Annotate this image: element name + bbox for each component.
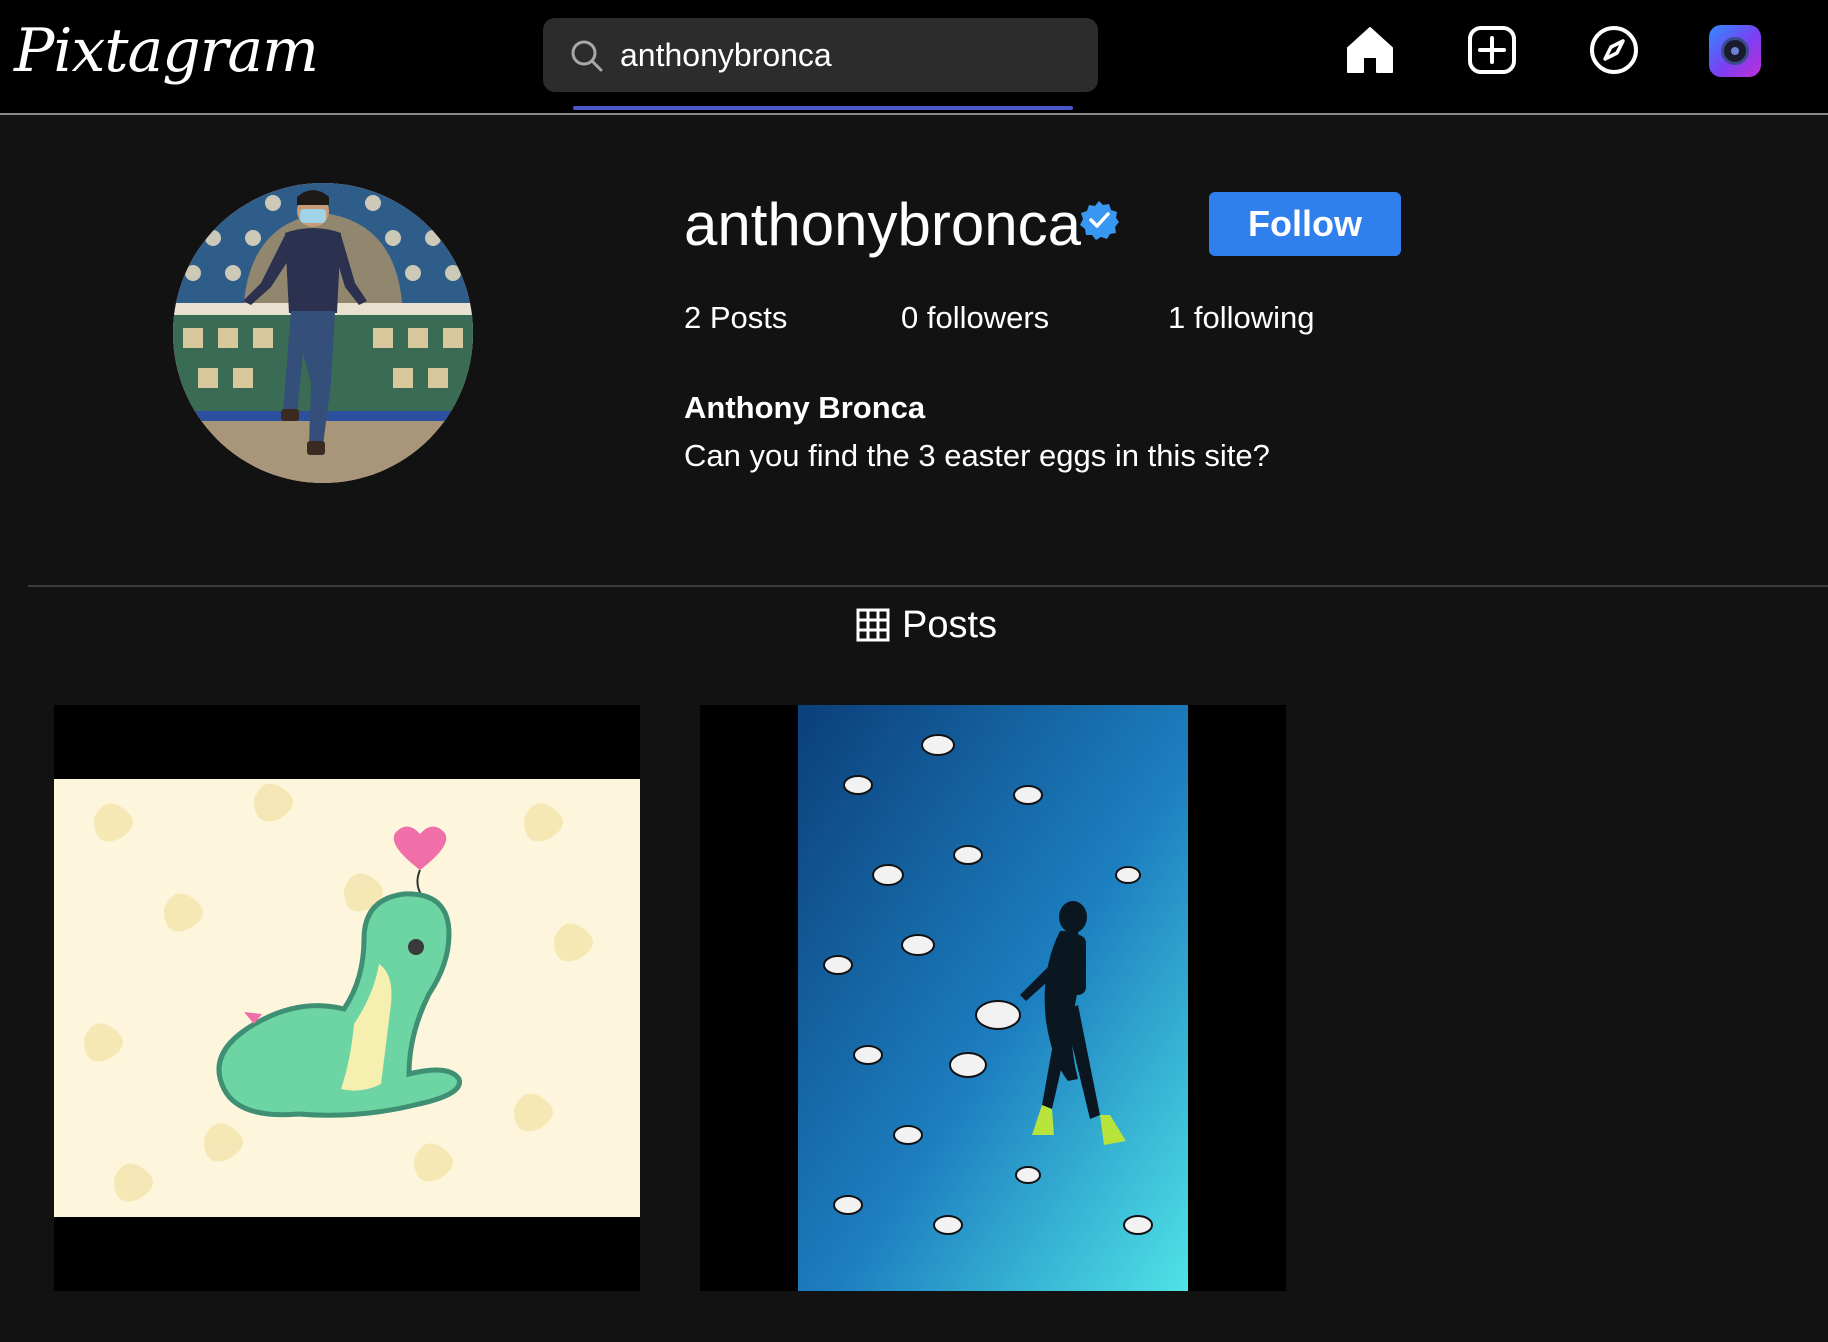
profile-photo-illustration: [173, 183, 473, 483]
verified-badge-icon: [1080, 201, 1119, 240]
post-thumbnail[interactable]: [700, 705, 1286, 1291]
post-thumbnail[interactable]: [54, 705, 640, 1291]
explore-icon[interactable]: [1588, 24, 1640, 76]
new-post-icon[interactable]: [1466, 24, 1518, 76]
followers-count[interactable]: 0 followers: [901, 298, 1049, 338]
posts-count: 2 Posts: [684, 300, 788, 335]
top-navigation-bar: Pixtagram: [0, 0, 1828, 115]
section-divider: [28, 585, 1828, 587]
search-input[interactable]: [618, 18, 1078, 92]
tab-posts-label: Posts: [902, 604, 998, 646]
app-logo[interactable]: Pixtagram: [14, 6, 319, 96]
search-focus-underline: [573, 106, 1073, 110]
search-icon: [571, 40, 603, 72]
following-count[interactable]: 1 following: [1168, 298, 1314, 338]
profile-bio: Can you find the 3 easter eggs in this s…: [684, 438, 1270, 473]
grid-icon: [856, 608, 890, 642]
home-icon[interactable]: [1344, 24, 1396, 76]
search-box[interactable]: [543, 18, 1098, 92]
profile-full-name: Anthony Bronca: [684, 390, 926, 425]
profile-picture[interactable]: [173, 183, 473, 483]
camera-lens-icon: [1721, 37, 1749, 65]
tab-posts[interactable]: Posts: [856, 600, 997, 650]
follow-button[interactable]: Follow: [1209, 192, 1401, 256]
profile-avatar[interactable]: [1709, 25, 1761, 77]
post-image-diver: [798, 705, 1188, 1291]
profile-username: anthonybronca: [684, 191, 1081, 258]
post-image-dinosaur: [54, 779, 640, 1217]
